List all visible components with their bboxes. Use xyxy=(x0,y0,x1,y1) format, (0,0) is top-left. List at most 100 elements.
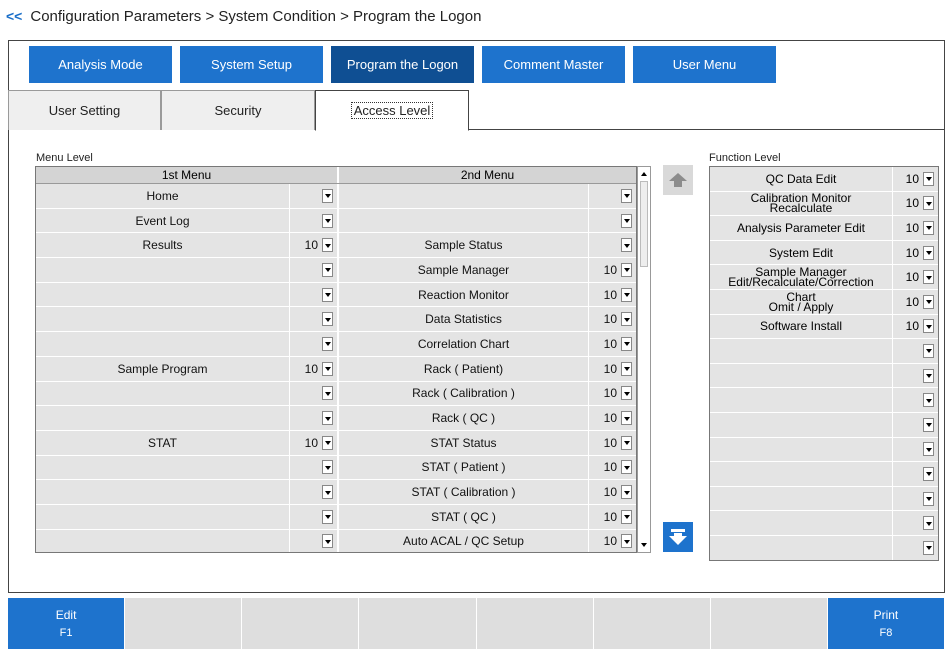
second-menu-level-select[interactable]: 10 xyxy=(588,356,636,381)
second-menu-level-select[interactable]: 10 xyxy=(588,529,636,552)
dropdown-arrow-icon[interactable] xyxy=(322,386,333,401)
dropdown-arrow-icon[interactable] xyxy=(322,460,333,475)
first-menu-level-select[interactable] xyxy=(289,208,337,233)
scroll-up-arrow-icon[interactable] xyxy=(639,169,649,179)
dropdown-arrow-icon[interactable] xyxy=(923,245,934,260)
dropdown-arrow-icon[interactable] xyxy=(322,213,333,228)
dropdown-arrow-icon[interactable] xyxy=(322,509,333,524)
first-menu-level-select[interactable] xyxy=(289,455,337,480)
second-menu-level-select[interactable]: 10 xyxy=(588,381,636,406)
first-menu-level-select[interactable] xyxy=(289,332,337,356)
first-menu-level-select[interactable] xyxy=(289,406,337,430)
dropdown-arrow-icon[interactable] xyxy=(923,417,934,432)
function-level-select[interactable] xyxy=(892,535,938,560)
second-menu-level-select[interactable]: 10 xyxy=(588,504,636,529)
dropdown-arrow-icon[interactable] xyxy=(923,343,934,358)
first-menu-level-select[interactable] xyxy=(289,282,337,307)
dropdown-arrow-icon[interactable] xyxy=(621,238,632,253)
dropdown-arrow-icon[interactable] xyxy=(322,485,333,500)
fkey-edit-button[interactable]: Edit F1 xyxy=(8,598,126,649)
dropdown-arrow-icon[interactable] xyxy=(322,411,333,426)
dropdown-arrow-icon[interactable] xyxy=(322,336,333,351)
dropdown-arrow-icon[interactable] xyxy=(621,213,632,228)
dropdown-arrow-icon[interactable] xyxy=(923,294,934,309)
dropdown-arrow-icon[interactable] xyxy=(322,435,333,450)
scroll-down-arrow-icon[interactable] xyxy=(639,540,649,550)
page-down-button[interactable] xyxy=(663,522,693,552)
second-menu-level-select[interactable]: 10 xyxy=(588,480,636,504)
second-menu-level-select[interactable]: 10 xyxy=(588,406,636,430)
scroll-thumb[interactable] xyxy=(640,181,648,267)
function-level-select[interactable] xyxy=(892,363,938,388)
tab-program-the-logon[interactable]: Program the Logon xyxy=(331,46,474,83)
dropdown-arrow-icon[interactable] xyxy=(621,411,632,426)
first-menu-level-select[interactable] xyxy=(289,480,337,504)
dropdown-arrow-icon[interactable] xyxy=(621,386,632,401)
subtab-user-setting[interactable]: User Setting xyxy=(8,90,161,130)
first-menu-level-select[interactable]: 10 xyxy=(289,430,337,455)
dropdown-arrow-icon[interactable] xyxy=(923,270,934,285)
second-menu-level-select[interactable]: 10 xyxy=(588,307,636,332)
function-level-select[interactable] xyxy=(892,437,938,462)
dropdown-arrow-icon[interactable] xyxy=(923,319,934,334)
dropdown-arrow-icon[interactable] xyxy=(923,540,934,555)
second-menu-level-select[interactable] xyxy=(588,208,636,233)
tab-user-menu[interactable]: User Menu xyxy=(633,46,776,83)
second-menu-level-select[interactable] xyxy=(588,233,636,258)
function-level-select[interactable]: 10 xyxy=(892,289,938,314)
dropdown-arrow-icon[interactable] xyxy=(923,393,934,408)
second-menu-level-select[interactable]: 10 xyxy=(588,282,636,307)
function-level-select[interactable]: 10 xyxy=(892,314,938,339)
dropdown-arrow-icon[interactable] xyxy=(923,442,934,457)
function-level-select[interactable]: 10 xyxy=(892,265,938,289)
dropdown-arrow-icon[interactable] xyxy=(322,361,333,376)
first-menu-level-select[interactable] xyxy=(289,504,337,529)
first-menu-level-select[interactable] xyxy=(289,307,337,332)
dropdown-arrow-icon[interactable] xyxy=(923,220,934,235)
dropdown-arrow-icon[interactable] xyxy=(322,534,333,549)
function-level-select[interactable] xyxy=(892,511,938,535)
dropdown-arrow-icon[interactable] xyxy=(322,188,333,203)
subtab-access-level[interactable]: Access Level xyxy=(315,90,469,131)
dropdown-arrow-icon[interactable] xyxy=(923,196,934,211)
dropdown-arrow-icon[interactable] xyxy=(621,287,632,302)
dropdown-arrow-icon[interactable] xyxy=(923,466,934,481)
function-level-select[interactable] xyxy=(892,388,938,412)
first-menu-level-select[interactable]: 10 xyxy=(289,233,337,258)
first-menu-level-select[interactable] xyxy=(289,381,337,406)
second-menu-level-select[interactable]: 10 xyxy=(588,258,636,282)
dropdown-arrow-icon[interactable] xyxy=(322,238,333,253)
function-level-select[interactable]: 10 xyxy=(892,240,938,265)
first-menu-level-select[interactable] xyxy=(289,258,337,282)
dropdown-arrow-icon[interactable] xyxy=(923,491,934,506)
function-level-select[interactable] xyxy=(892,339,938,363)
back-button[interactable]: << xyxy=(6,8,22,24)
function-level-select[interactable] xyxy=(892,412,938,437)
tab-analysis-mode[interactable]: Analysis Mode xyxy=(29,46,172,83)
first-menu-level-select[interactable] xyxy=(289,184,337,208)
dropdown-arrow-icon[interactable] xyxy=(621,336,632,351)
tab-comment-master[interactable]: Comment Master xyxy=(482,46,625,83)
dropdown-arrow-icon[interactable] xyxy=(621,435,632,450)
dropdown-arrow-icon[interactable] xyxy=(621,460,632,475)
dropdown-arrow-icon[interactable] xyxy=(621,485,632,500)
dropdown-arrow-icon[interactable] xyxy=(621,188,632,203)
second-menu-level-select[interactable] xyxy=(588,184,636,208)
fkey-print-button[interactable]: Print F8 xyxy=(827,598,945,649)
dropdown-arrow-icon[interactable] xyxy=(923,368,934,383)
subtab-security[interactable]: Security xyxy=(161,90,315,130)
page-up-button[interactable] xyxy=(663,165,693,195)
menu-scrollbar[interactable] xyxy=(637,166,651,553)
first-menu-level-select[interactable] xyxy=(289,529,337,552)
second-menu-level-select[interactable]: 10 xyxy=(588,332,636,356)
function-level-select[interactable]: 10 xyxy=(892,216,938,240)
function-level-select[interactable]: 10 xyxy=(892,167,938,191)
function-level-select[interactable]: 10 xyxy=(892,191,938,216)
dropdown-arrow-icon[interactable] xyxy=(322,312,333,327)
second-menu-level-select[interactable]: 10 xyxy=(588,455,636,480)
dropdown-arrow-icon[interactable] xyxy=(923,171,934,186)
dropdown-arrow-icon[interactable] xyxy=(322,262,333,277)
second-menu-level-select[interactable]: 10 xyxy=(588,430,636,455)
dropdown-arrow-icon[interactable] xyxy=(621,361,632,376)
dropdown-arrow-icon[interactable] xyxy=(621,312,632,327)
